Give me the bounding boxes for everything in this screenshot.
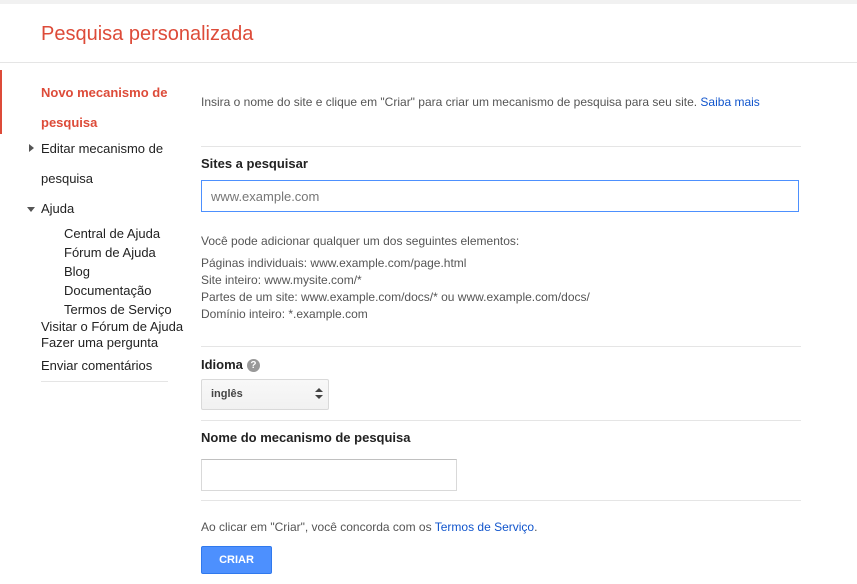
page-title: Pesquisa personalizada: [41, 23, 254, 45]
language-select-value: inglês: [211, 388, 243, 400]
example-domain: Domínio inteiro: *.example.com: [201, 307, 368, 321]
agree-prefix: Ao clicar em "Criar", você concorda com …: [201, 520, 432, 534]
sidebar-item-documentation[interactable]: Documentação: [64, 283, 151, 299]
sidebar-item-new-engine[interactable]: Novo mecanismo de pesquisa: [0, 70, 175, 134]
example-pages: Páginas individuais: www.example.com/pag…: [201, 256, 467, 270]
add-hint: Você pode adicionar qualquer um dos segu…: [201, 234, 520, 248]
engine-name-label: Nome do mecanismo de pesquisa: [201, 430, 411, 445]
agree-suffix: .: [534, 520, 538, 534]
sidebar-item-help[interactable]: Ajuda: [41, 194, 181, 224]
page-header: Pesquisa personalizada: [0, 4, 857, 63]
triangle-down-icon[interactable]: [27, 207, 35, 212]
create-button[interactable]: CRIAR: [201, 546, 272, 574]
section-divider: [201, 420, 801, 421]
sites-label: Sites a pesquisar: [201, 156, 308, 171]
triangle-right-icon[interactable]: [29, 144, 34, 152]
agree-text: Ao clicar em "Criar", você concorda com …: [201, 520, 537, 534]
language-select[interactable]: inglês: [201, 379, 329, 410]
section-divider: [201, 500, 801, 501]
sidebar-item-visit-forum[interactable]: Visitar o Fórum de Ajuda: [41, 319, 183, 335]
sidebar-item-help-forum[interactable]: Fórum de Ajuda: [64, 245, 156, 261]
up-down-arrows-icon: [315, 388, 323, 402]
engine-name-input[interactable]: [201, 459, 457, 491]
sidebar-item-new-engine-label: Novo mecanismo de pesquisa: [41, 85, 168, 130]
intro-text: Insira o nome do site e clique em "Criar…: [201, 94, 801, 110]
example-parts: Partes de um site: www.example.com/docs/…: [201, 290, 590, 304]
section-divider: [201, 346, 801, 347]
terms-link[interactable]: Termos de Serviço: [435, 520, 534, 534]
section-divider: [201, 146, 801, 147]
question-circle-icon[interactable]: ?: [246, 359, 260, 372]
learn-more-link[interactable]: Saiba mais: [700, 95, 759, 109]
sidebar-item-terms[interactable]: Termos de Serviço: [64, 302, 172, 318]
language-label: Idioma: [201, 357, 243, 372]
sidebar-item-blog[interactable]: Blog: [64, 264, 90, 280]
intro-text-body: Insira o nome do site e clique em "Criar…: [201, 95, 698, 109]
sidebar-item-edit-engine[interactable]: Editar mecanismo de pesquisa: [41, 134, 181, 194]
sites-input[interactable]: [201, 180, 799, 212]
example-site: Site inteiro: www.mysite.com/*: [201, 273, 362, 287]
sidebar-item-ask-question[interactable]: Fazer uma pergunta: [41, 335, 158, 351]
sidebar-item-help-center[interactable]: Central de Ajuda: [64, 226, 160, 242]
sidebar-item-send-feedback[interactable]: Enviar comentários: [41, 358, 152, 374]
language-label-row: Idioma?: [201, 357, 260, 372]
sidebar-divider: [41, 381, 168, 382]
